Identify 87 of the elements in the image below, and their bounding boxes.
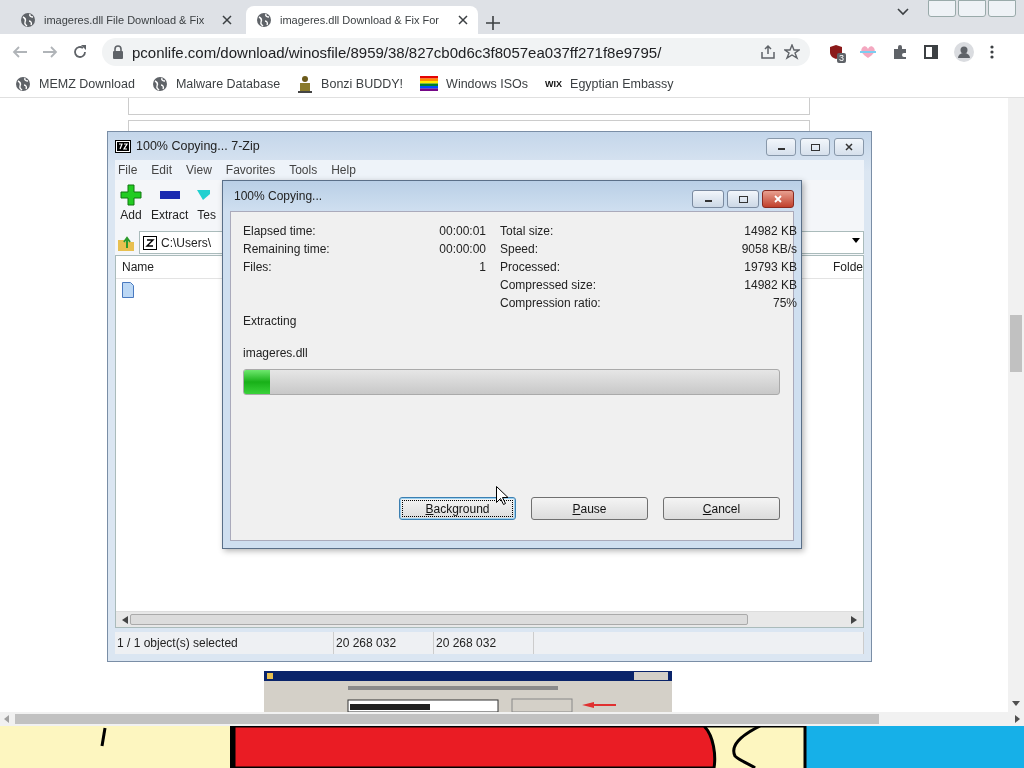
stat-value: 1: [479, 260, 486, 274]
dialog-button[interactable]: Pause: [531, 497, 648, 520]
share-icon[interactable]: [760, 44, 776, 60]
stat-label: Compressed size:: [500, 278, 597, 292]
side-panel-icon[interactable]: [924, 45, 938, 59]
close-icon[interactable]: [222, 15, 232, 25]
dropdown-icon[interactable]: [852, 238, 860, 243]
menu-item[interactable]: Help: [324, 163, 363, 177]
stat-label: Compression ratio:: [500, 296, 601, 310]
stat-value: 00:00:01: [439, 224, 486, 238]
stat-label: Total size:: [500, 224, 554, 238]
minus-icon: [159, 191, 180, 199]
maximize-button[interactable]: [800, 138, 830, 156]
stat-value: 14982 KB: [744, 278, 797, 292]
browser-tab[interactable]: imageres.dll Download & Fix For: [246, 6, 478, 34]
bookmark-link[interactable]: Windows ISOs: [446, 76, 529, 91]
stat-label: Files:: [243, 260, 272, 274]
extension-badge: 3: [837, 53, 846, 63]
menu-item[interactable]: Tools: [282, 163, 325, 177]
profile-icon[interactable]: [954, 42, 974, 62]
close-icon: [773, 194, 783, 204]
scroll-right-icon[interactable]: [851, 615, 857, 624]
browser-tab[interactable]: imageres.dll File Download & Fix: [10, 6, 242, 34]
toolbar-button[interactable]: Add: [120, 184, 142, 230]
puzzle-icon[interactable]: [892, 44, 908, 60]
globe-icon: [151, 75, 168, 92]
maximize-icon: [738, 194, 748, 204]
menu-item[interactable]: Favorites: [218, 163, 283, 177]
bookmark-link[interactable]: Egyptian Embassy: [570, 76, 674, 91]
status-text: Extracting: [243, 314, 298, 328]
menu-item[interactable]: File: [115, 163, 145, 177]
scrollbar-thumb[interactable]: [130, 614, 749, 625]
stat-value: 9058 KB/s: [741, 242, 797, 256]
reload-icon[interactable]: [72, 44, 88, 60]
globe-icon: [20, 12, 36, 28]
scroll-right-icon[interactable]: [1015, 715, 1020, 723]
status-text: 1 / 1 object(s) selected: [115, 632, 334, 654]
file-name: imageres.dll: [243, 346, 309, 360]
stat-value: 75%: [772, 296, 797, 310]
toolbar-button[interactable]: Tes: [197, 184, 217, 230]
close-icon[interactable]: [458, 15, 468, 25]
figure-icon: [297, 74, 314, 93]
triangle-icon: [197, 190, 211, 200]
globe-icon: [256, 12, 272, 28]
file-icon[interactable]: [122, 282, 134, 298]
scrollbar-thumb[interactable]: [1010, 315, 1022, 372]
menu-item[interactable]: Edit: [144, 163, 180, 177]
address-bar[interactable]: pconlife.com/download/winosfile/8959/38/827cb0d6c3f8057ea037ff271f8e9795/: [102, 38, 810, 66]
scrollbar-thumb[interactable]: [15, 714, 879, 724]
bookmark-link[interactable]: Malware Database: [175, 76, 281, 91]
chevron-icon[interactable]: [897, 8, 909, 16]
mouse-pointer-icon: [496, 486, 508, 505]
star-icon[interactable]: [784, 44, 800, 60]
stat-label: Speed:: [500, 242, 539, 256]
stat-label: Remaining time:: [243, 242, 330, 256]
dialog-button[interactable]: Cancel: [663, 497, 780, 520]
stat-label: Elapsed time:: [243, 224, 316, 238]
column-header[interactable]: Folde: [832, 260, 863, 274]
menu-item[interactable]: View: [179, 163, 219, 177]
rainbow-flag-icon: [420, 76, 439, 91]
globe-icon: [15, 75, 31, 92]
bookmark-link[interactable]: MEMZ Download: [39, 76, 135, 91]
maximize-icon: [810, 142, 820, 152]
plus-icon: [120, 184, 142, 206]
status-text: 20 268 032: [434, 632, 534, 654]
logo-text: WIX: [545, 78, 563, 89]
menu-icon[interactable]: [990, 45, 994, 59]
stat-value: 19793 KB: [744, 260, 797, 274]
stat-label: Processed:: [500, 260, 561, 274]
scroll-down-icon[interactable]: [1012, 701, 1020, 706]
window-title: 100% Copying... 7-Zip: [136, 139, 260, 153]
toolbar-button[interactable]: Extract: [151, 184, 189, 230]
url-text: pconlife.com/download/winosfile/8959/38/827cb0d6c3f8057ea037ff271f8e9795/: [132, 43, 662, 61]
close-icon: [844, 142, 854, 152]
stat-value: 14982 KB: [744, 224, 797, 238]
dialog-button[interactable]: Background: [399, 497, 516, 520]
stat-value: 00:00:00: [439, 242, 486, 256]
dialog-title: 100% Copying...: [234, 189, 323, 203]
app-logo-icon: [115, 139, 131, 153]
status-text: 20 268 032: [334, 632, 434, 654]
lock-icon: [112, 45, 124, 59]
maximize-button[interactable]: [727, 190, 759, 208]
column-header[interactable]: Name: [122, 260, 154, 274]
archive-icon: [143, 235, 157, 250]
new-tab-icon[interactable]: [486, 16, 500, 30]
scroll-left-icon[interactable]: [122, 615, 128, 624]
bookmark-link[interactable]: Bonzi BUDDY!: [321, 76, 404, 91]
